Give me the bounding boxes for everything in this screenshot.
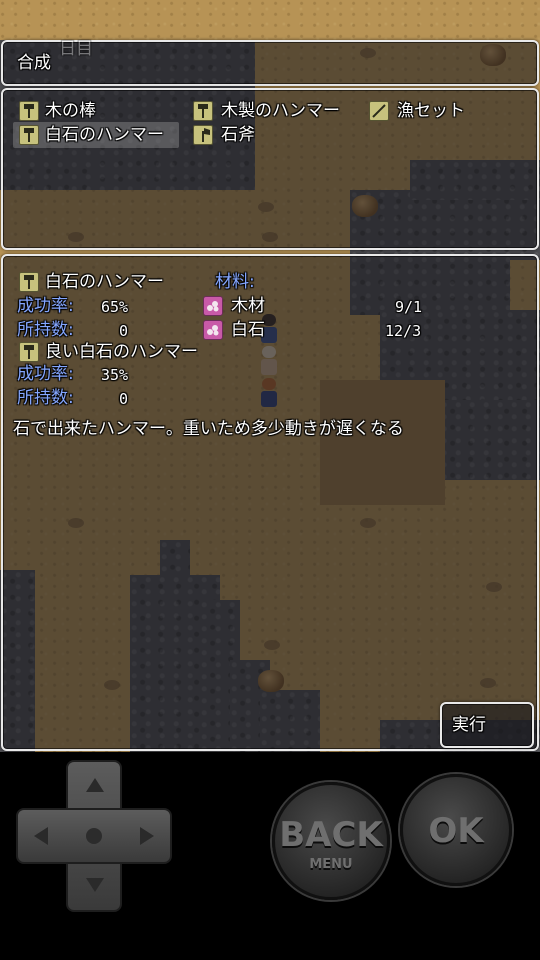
dpad-up-arrow-icon[interactable] xyxy=(86,778,104,792)
material-count: 9/1 xyxy=(395,298,423,316)
dpad-right-arrow-icon[interactable] xyxy=(140,827,154,845)
great-item-name: 良い白石のハンマー xyxy=(45,342,198,362)
window-title: 合成 xyxy=(17,53,51,73)
recipe-label: 石斧 xyxy=(221,125,255,145)
material-name: 白石 xyxy=(231,320,265,340)
hammer-icon xyxy=(193,101,213,121)
dpad-left-arrow-icon[interactable] xyxy=(34,827,48,845)
success-rate-value: 65% xyxy=(101,298,129,316)
materials-label: 材料: xyxy=(215,272,255,292)
back-sub-label: MENU xyxy=(309,857,353,872)
dpad-center xyxy=(86,828,102,844)
owned-count-label: 所持数: xyxy=(17,320,74,340)
dpad-down-arrow-icon[interactable] xyxy=(86,878,104,892)
hammer-icon xyxy=(19,125,39,145)
great-success-rate-label: 成功率: xyxy=(17,364,74,384)
success-rate-label: 成功率: xyxy=(17,296,74,316)
dpad[interactable] xyxy=(16,760,172,912)
back-label: BACK xyxy=(279,815,383,855)
item-name: 白石のハンマー xyxy=(45,272,164,292)
axe-icon xyxy=(193,125,213,145)
execute-button[interactable]: 実行 xyxy=(440,702,534,748)
great-owned-count-label: 所持数: xyxy=(17,388,74,408)
material-icon xyxy=(203,296,223,316)
hammer-icon xyxy=(19,101,39,121)
owned-count-value: 0 xyxy=(119,322,129,340)
faded-day-text: 日目 xyxy=(59,39,93,59)
execute-label: 実行 xyxy=(452,715,486,735)
back-menu-button[interactable]: BACK MENU xyxy=(272,782,390,900)
recipe-label: 木の棒 xyxy=(45,101,96,121)
recipe-label: 木製のハンマー xyxy=(221,101,340,121)
ok-label: OK xyxy=(428,811,484,851)
great-success-rate-value: 35% xyxy=(101,366,129,384)
ok-button[interactable]: OK xyxy=(400,774,512,886)
recipe-list-window: 木の棒 木製のハンマー 漁セット 白石のハンマー 石斧 xyxy=(1,88,539,250)
hammer-icon xyxy=(19,342,39,362)
item-description: 石で出来たハンマー。重いため多少動きが遅くなる xyxy=(13,419,404,439)
recipe-detail-window: 白石のハンマー 成功率: 65% 所持数: 0 良い白石のハンマー 成功率: 3… xyxy=(1,254,539,751)
hammer-icon xyxy=(19,272,39,292)
recipe-label: 白石のハンマー xyxy=(45,125,164,145)
recipe-label: 漁セット xyxy=(397,101,465,121)
fishing-set-icon xyxy=(369,101,389,121)
material-name: 木材 xyxy=(231,296,265,316)
material-count: 12/3 xyxy=(385,322,422,340)
title-window: 日目 合成 xyxy=(1,39,539,86)
material-icon xyxy=(203,320,223,340)
great-owned-count-value: 0 xyxy=(119,390,129,408)
